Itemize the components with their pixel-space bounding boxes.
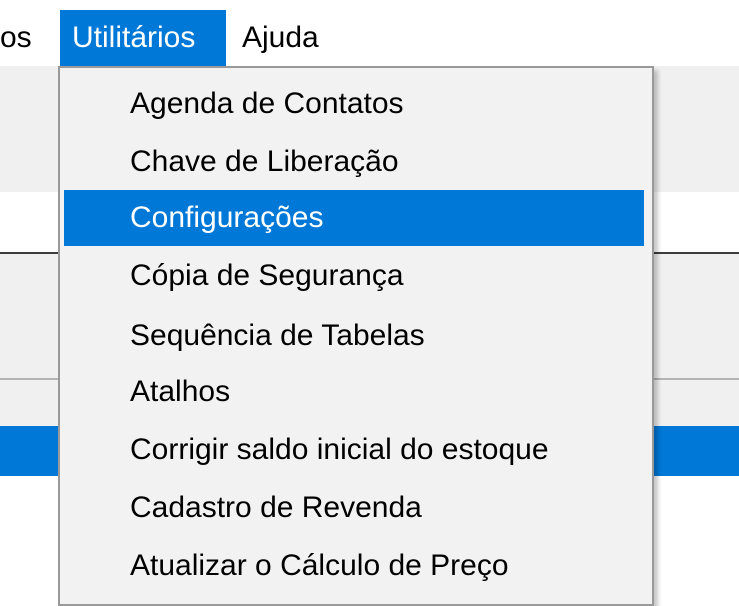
menu-item-atalhos[interactable]: Atalhos — [64, 364, 644, 420]
menu-item-agenda-contatos[interactable]: Agenda de Contatos — [64, 76, 644, 132]
menu-item-chave-liberacao[interactable]: Chave de Liberação — [64, 134, 644, 190]
menu-item-partial[interactable]: os — [0, 10, 44, 66]
menu-item-corrigir-saldo-estoque[interactable]: Corrigir saldo inicial do estoque — [64, 422, 644, 478]
menu-item-copia-seguranca[interactable]: Cópia de Segurança — [64, 248, 644, 304]
menu-item-sequencia-tabelas[interactable]: Sequência de Tabelas — [64, 308, 644, 364]
menu-utilitarios[interactable]: Utilitários — [60, 10, 226, 66]
menu-item-cadastro-revenda[interactable]: Cadastro de Revenda — [64, 480, 644, 536]
menu-item-configuracoes[interactable]: Configurações — [64, 190, 644, 246]
menu-ajuda[interactable]: Ajuda — [230, 10, 331, 66]
menu-item-atualizar-calculo-preco[interactable]: Atualizar o Cálculo de Preço — [64, 538, 644, 594]
utilitarios-dropdown-menu: Agenda de Contatos Chave de Liberação Co… — [58, 66, 654, 606]
menu-bar: os Utilitários Ajuda — [0, 0, 739, 66]
